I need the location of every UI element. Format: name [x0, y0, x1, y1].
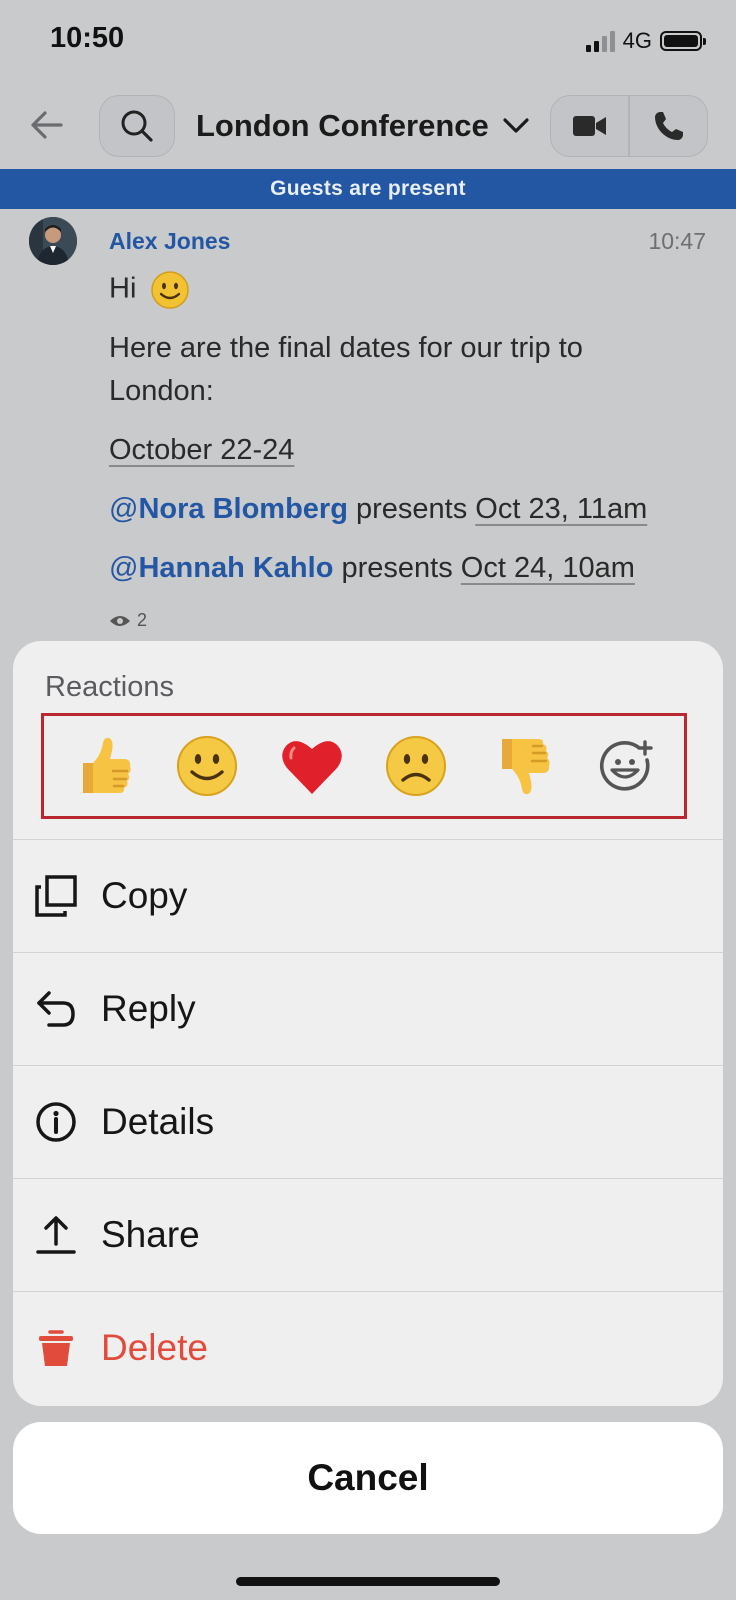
mention-name: Nora Blomberg — [138, 493, 348, 525]
reactions-label: Reactions — [45, 671, 174, 703]
delete-label: Delete — [101, 1327, 208, 1368]
date-link[interactable]: Oct 24, 10am — [461, 552, 635, 584]
mention-link[interactable]: @Hannah Kahlo — [109, 552, 333, 584]
copy-label: Copy — [101, 875, 188, 916]
home-indicator[interactable] — [236, 1577, 500, 1586]
audio-call-button[interactable] — [630, 96, 707, 156]
battery-icon — [660, 31, 706, 51]
reply-action[interactable]: Reply — [13, 952, 723, 1065]
delete-action[interactable]: Delete — [13, 1291, 723, 1404]
at-symbol: @ — [109, 493, 139, 525]
share-action[interactable]: Share — [13, 1178, 723, 1291]
heart-icon — [281, 741, 342, 794]
message-time: 10:47 — [648, 228, 706, 254]
date-range-link[interactable]: October 22-24 — [109, 434, 294, 467]
video-call-button[interactable] — [551, 96, 628, 156]
thumbs-up-icon — [83, 737, 131, 793]
conversation-title: London Conference — [196, 108, 489, 143]
share-label: Share — [101, 1214, 200, 1255]
status-indicators: 4G — [585, 26, 706, 56]
copy-action[interactable]: Copy — [13, 839, 723, 952]
share-icon — [36, 1216, 76, 1254]
search-icon — [121, 110, 153, 142]
message-action-sheet: Reactions Copy Reply Details Share Delet… — [13, 641, 723, 1406]
trash-icon — [39, 1330, 73, 1366]
details-label: Details — [101, 1101, 215, 1142]
call-buttons — [550, 95, 708, 157]
status-time: 10:50 — [50, 22, 125, 54]
add-reaction-icon — [599, 740, 653, 791]
presents-text: presents — [356, 493, 468, 525]
mention-name: Hannah Kahlo — [138, 552, 334, 584]
add-reaction-button[interactable] — [590, 730, 662, 802]
message-line-1: Here are the final dates for our trip to — [109, 332, 583, 364]
reactions-row — [41, 713, 687, 819]
smile-emoji-icon — [151, 271, 190, 309]
seen-count: 2 — [137, 610, 148, 630]
mention-line-2: @Hannah Kahlo presents Oct 24, 10am — [109, 552, 635, 585]
details-action[interactable]: Details — [13, 1065, 723, 1178]
back-arrow-icon — [31, 111, 63, 139]
reaction-smile[interactable] — [171, 730, 243, 802]
back-button[interactable] — [22, 98, 72, 152]
video-camera-icon — [572, 116, 606, 136]
frown-icon — [386, 736, 447, 796]
info-icon — [36, 1102, 76, 1142]
reply-label: Reply — [101, 988, 196, 1029]
at-symbol: @ — [109, 552, 139, 584]
network-type: 4G — [622, 28, 652, 53]
search-button[interactable] — [99, 95, 175, 157]
message-greeting: Hi — [109, 270, 190, 310]
reaction-thumbs-down[interactable] — [485, 730, 557, 802]
thumbs-down-icon — [501, 739, 550, 795]
mention-link[interactable]: @Nora Blomberg — [109, 493, 348, 525]
greeting-text: Hi — [109, 272, 137, 305]
smile-icon — [176, 736, 237, 796]
conversation-title-button[interactable]: London Conference — [196, 100, 529, 152]
reaction-thumbs-up[interactable] — [66, 730, 138, 802]
reaction-heart[interactable] — [276, 730, 348, 802]
reply-icon — [37, 991, 75, 1027]
sender-name[interactable]: Alex Jones — [109, 228, 230, 255]
chevron-down-icon — [503, 118, 529, 133]
guests-banner: Guests are present — [0, 169, 736, 209]
cancel-button[interactable]: Cancel — [13, 1422, 723, 1534]
status-bar: 10:50 4G — [0, 0, 736, 80]
date-link[interactable]: Oct 23, 11am — [475, 493, 647, 525]
eye-icon — [110, 615, 130, 626]
reaction-frown[interactable] — [380, 730, 452, 802]
avatar[interactable] — [29, 217, 77, 265]
presents-text: presents — [341, 552, 453, 584]
mention-line-1: @Nora Blomberg presents Oct 23, 11am — [109, 493, 647, 526]
seen-indicator[interactable]: 2 — [109, 610, 147, 631]
message-line-2: London: — [109, 375, 214, 407]
phone-icon — [654, 112, 683, 140]
signal-icon — [585, 30, 615, 52]
copy-icon — [35, 875, 77, 917]
